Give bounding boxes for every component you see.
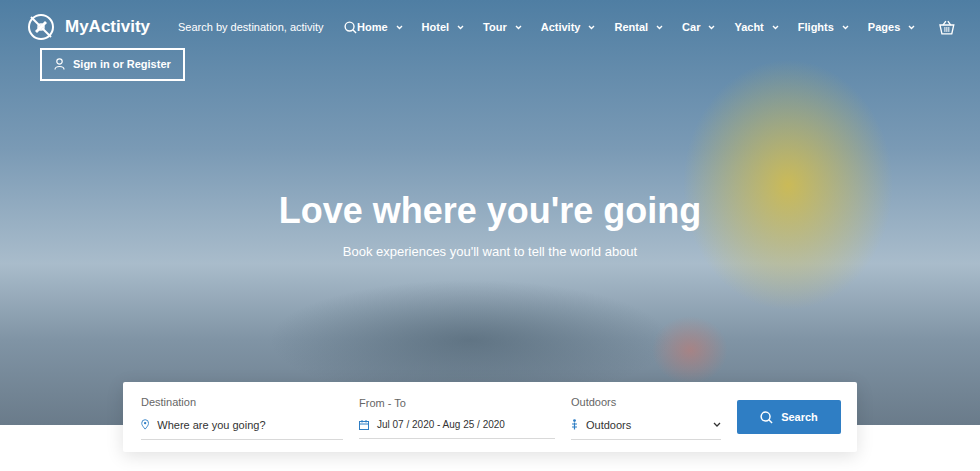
- category-field: Outdoors Outdoors: [571, 394, 721, 440]
- destination-input[interactable]: [157, 417, 343, 434]
- nav-label[interactable]: Tour: [483, 19, 507, 36]
- dates-input[interactable]: Jul 07 / 2020 - Aug 25 / 2020: [359, 417, 555, 439]
- chevron-down-icon[interactable]: [708, 25, 715, 30]
- hero-subtitle: Book experiences you'll want to tell the…: [0, 242, 980, 262]
- nav-item[interactable]: Hotel: [422, 19, 465, 36]
- category-select[interactable]: Outdoors: [571, 417, 721, 441]
- chevron-down-icon[interactable]: [588, 25, 595, 30]
- user-icon: [54, 58, 65, 70]
- nav-item[interactable]: Tour: [483, 19, 522, 36]
- site-header: MyActivity Home Hotel Tour Activity Rental Ca…: [0, 0, 980, 42]
- hero-title: Love where you're going: [0, 189, 980, 232]
- search-icon: [760, 411, 773, 424]
- nav-label[interactable]: Home: [357, 19, 388, 36]
- category-value[interactable]: Outdoors: [586, 417, 705, 434]
- category-label: Outdoors: [571, 394, 721, 411]
- nav-label[interactable]: Yacht: [734, 19, 763, 36]
- nav-item[interactable]: Flights: [798, 19, 849, 36]
- location-pin-icon: [141, 419, 149, 430]
- chevron-down-icon[interactable]: [396, 25, 403, 30]
- nav-label[interactable]: Pages: [868, 19, 900, 36]
- dates-label: From - To: [359, 395, 555, 412]
- chevron-down-icon[interactable]: [656, 25, 663, 30]
- destination-label: Destination: [141, 394, 343, 411]
- nav-item[interactable]: Activity: [541, 19, 596, 36]
- search-button-label[interactable]: Search: [781, 409, 818, 426]
- nav-item[interactable]: Pages: [868, 19, 915, 36]
- destination-field: Destination: [141, 394, 343, 440]
- dates-field: From - To Jul 07 / 2020 - Aug 25 / 2020: [359, 395, 555, 440]
- search-form: Destination From - To Jul 07 / 2020 - Au…: [123, 382, 857, 452]
- sign-in-button[interactable]: Sign in or Register: [40, 48, 185, 81]
- chevron-down-icon[interactable]: [515, 25, 522, 30]
- nav-item[interactable]: Rental: [614, 19, 663, 36]
- main-nav: Home Hotel Tour Activity Rental Car Yacht Fligh…: [357, 19, 915, 36]
- nav-item[interactable]: Yacht: [734, 19, 778, 36]
- nav-label[interactable]: Hotel: [422, 19, 450, 36]
- basket-icon[interactable]: [939, 20, 955, 35]
- chevron-down-icon[interactable]: [772, 25, 779, 30]
- nav-label[interactable]: Flights: [798, 19, 834, 36]
- dates-value[interactable]: Jul 07 / 2020 - Aug 25 / 2020: [377, 417, 505, 432]
- chevron-down-icon[interactable]: [842, 25, 849, 30]
- nav-label[interactable]: Activity: [541, 19, 581, 36]
- nav-item[interactable]: Home: [357, 19, 403, 36]
- hero-banner: MyActivity Home Hotel Tour Activity Rental Ca…: [0, 0, 980, 425]
- nav-item[interactable]: Car: [682, 19, 715, 36]
- chevron-down-icon[interactable]: [908, 25, 915, 30]
- nav-label[interactable]: Rental: [614, 19, 648, 36]
- hiker-icon: [571, 419, 578, 430]
- calendar-icon: [359, 420, 369, 430]
- chevron-down-icon[interactable]: [713, 422, 721, 427]
- search-button[interactable]: Search: [737, 400, 841, 434]
- compass-plane-icon: [25, 11, 57, 43]
- brand-name[interactable]: MyActivity: [65, 14, 150, 40]
- brand-logo[interactable]: MyActivity: [25, 11, 150, 43]
- chevron-down-icon[interactable]: [457, 25, 464, 30]
- header-search-input[interactable]: [178, 19, 328, 36]
- search-icon[interactable]: [344, 21, 357, 34]
- nav-label[interactable]: Car: [682, 19, 700, 36]
- header-search: [178, 19, 357, 36]
- sign-in-label[interactable]: Sign in or Register: [73, 56, 171, 73]
